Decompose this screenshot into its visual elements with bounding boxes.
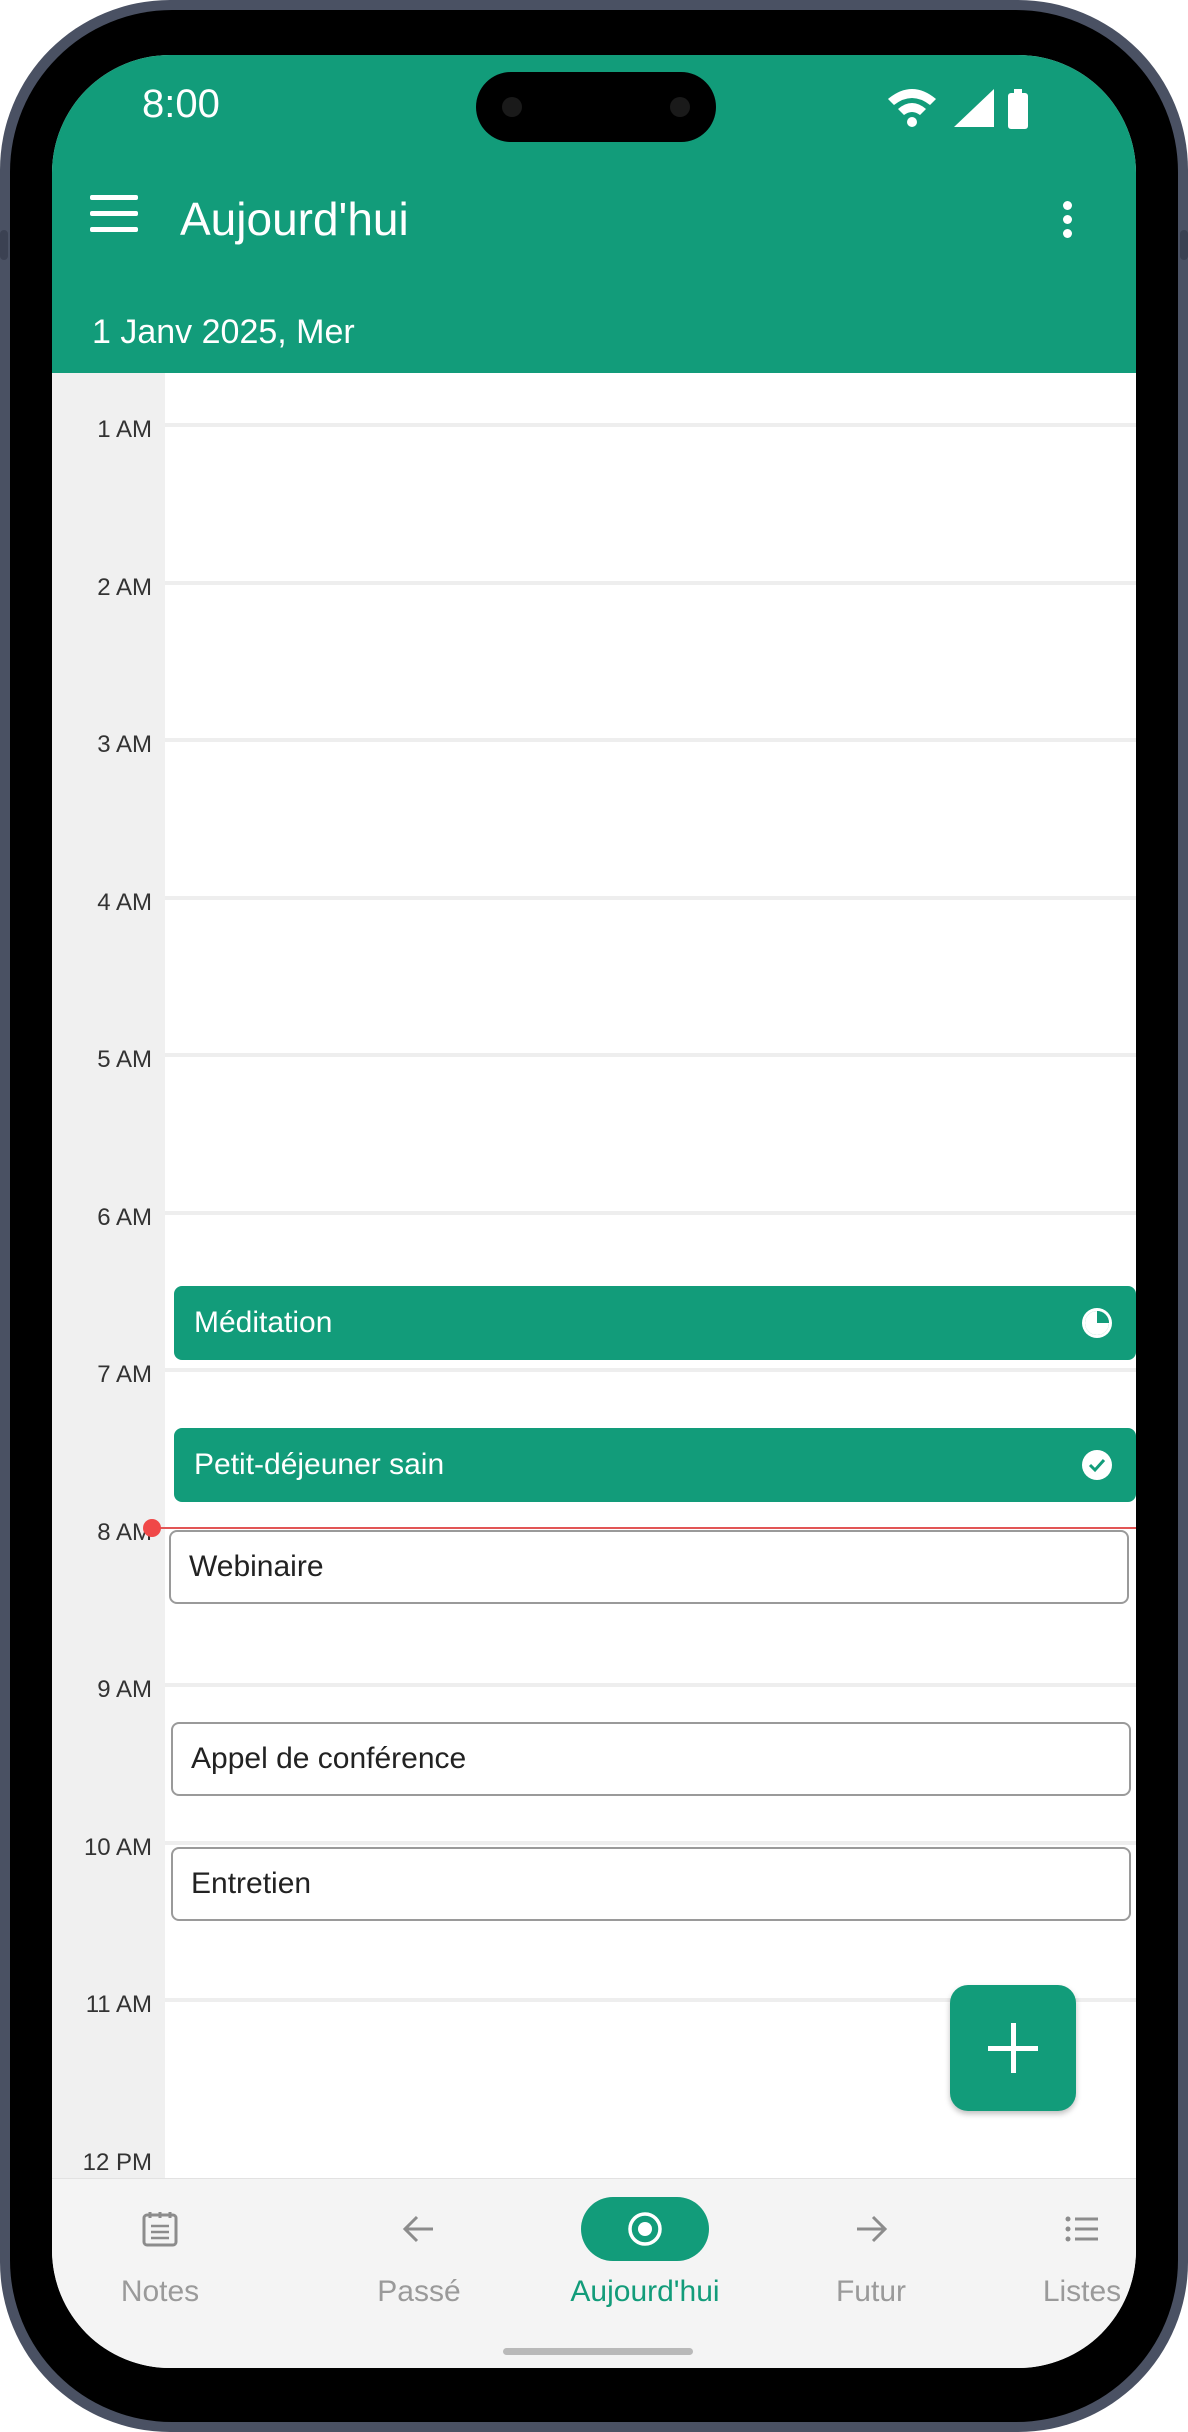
add-event-button[interactable] [950,1985,1076,2111]
nav-label: Notes [120,2275,200,2308]
check-circle-icon [1082,1450,1112,1480]
dynamic-island [476,72,716,142]
hour-divider [165,738,1136,742]
hamburger-menu-icon[interactable] [90,195,140,233]
app-bar: 8:00 Aujourd'hui 1 Janv 2025, Mer [52,55,1136,373]
hour-divider [165,423,1136,427]
hour-divider [165,1368,1136,1372]
nav-label: Aujourd'hui [570,2275,720,2308]
plus-icon [1011,2023,1016,2073]
camera-icon [670,97,690,117]
hour-label: 10 AM [83,1834,152,1861]
current-date: 1 Janv 2025, Mer [92,313,355,351]
event-title: Méditation [194,1306,333,1339]
nav-label: Futur [835,2275,907,2308]
hour-gutter [52,373,165,2178]
nav-icon-container [96,2197,224,2261]
nav-item-notes[interactable]: Notes [52,2179,268,2329]
hour-divider [165,1841,1136,1845]
hour-divider [165,1683,1136,1687]
nav-icon-container [807,2197,935,2261]
battery-icon [1008,89,1028,129]
phone-side-button [0,230,8,260]
hour-label: 4 AM [97,889,152,916]
status-icons [886,85,1046,134]
hour-divider [165,581,1136,585]
wifi-icon [888,89,936,127]
event-card[interactable]: Appel de conférence [171,1722,1131,1796]
bottom-navigation: Notes Passé Aujourd'hui Futur Listes [52,2178,1136,2368]
event-card[interactable]: Petit-déjeuner sain [174,1428,1136,1502]
hour-label: 2 AM [97,574,152,601]
phone-side-button [1180,230,1188,260]
event-card[interactable]: Webinaire [169,1530,1129,1604]
page-title: Aujourd'hui [180,193,409,245]
current-time-line [152,1527,1136,1529]
hour-label: 7 AM [97,1361,152,1388]
nav-icon-container [1018,2197,1136,2261]
nav-label: Passé [377,2275,461,2308]
event-title: Petit-déjeuner sain [194,1448,445,1481]
hour-label: 5 AM [97,1046,152,1073]
hour-label: 12 PM [82,2149,152,2176]
notes-icon [142,2212,178,2247]
hour-label: 3 AM [97,731,152,758]
more-options-icon[interactable] [1052,195,1082,245]
hour-label: 11 AM [85,1991,152,2018]
today-target-icon [628,2212,662,2246]
phone-frame: 8:00 Aujourd'hui 1 Janv 2025, Mer 1 AM 2… [0,0,1188,2432]
event-title: Entretien [191,1867,312,1900]
event-card[interactable]: Entretien [171,1847,1131,1921]
nav-item-past[interactable]: Passé [311,2179,527,2329]
hour-label: 8 AM [97,1519,152,1546]
list-icon [1065,2216,1098,2242]
nav-icon-container [355,2197,483,2261]
hour-label: 1 AM [97,416,152,443]
hour-label: 6 AM [97,1204,152,1231]
nav-icon-container [581,2197,709,2261]
nav-item-future[interactable]: Futur [763,2179,979,2329]
hour-label: 9 AM [97,1676,152,1703]
hour-divider [165,1211,1136,1215]
arrow-left-icon [402,2215,433,2243]
hour-divider [165,1053,1136,1057]
nav-item-today[interactable]: Aujourd'hui [537,2179,753,2329]
arrow-right-icon [857,2215,888,2243]
home-indicator[interactable] [503,2348,693,2355]
event-title: Webinaire [189,1550,324,1583]
day-timeline[interactable]: 1 AM 2 AM 3 AM 4 AM 5 AM 6 AM 7 AM 8 AM … [52,373,1136,2178]
screen: 8:00 Aujourd'hui 1 Janv 2025, Mer 1 AM 2… [52,55,1136,2368]
status-time: 8:00 [142,82,220,126]
event-title: Appel de conférence [191,1742,467,1775]
current-time-dot [143,1519,161,1537]
signal-icon [954,89,994,127]
event-card[interactable]: Méditation [174,1286,1136,1360]
nav-label: Listes [1042,2275,1122,2308]
hour-divider [165,896,1136,900]
nav-item-lists[interactable]: Listes [974,2179,1136,2329]
camera-icon [502,97,522,117]
pie-progress-icon [1082,1308,1112,1338]
